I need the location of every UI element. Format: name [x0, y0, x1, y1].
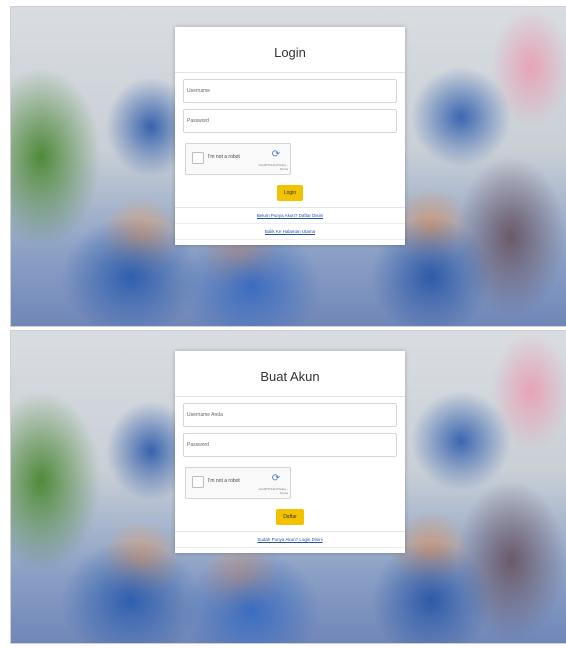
captcha-brand: reCAPTCHA Privacy - Terms	[258, 163, 288, 171]
register-background: Buat Akun Username Anda Password I'm not…	[10, 330, 566, 644]
login-title: Login	[175, 27, 405, 73]
home-link[interactable]: Balik Ke Halaman Utama	[175, 224, 405, 240]
register-title: Buat Akun	[175, 351, 405, 397]
captcha-checkbox[interactable]	[192, 152, 204, 164]
login-links: Belum Punya Akun? Daftar Disini Balik Ke…	[175, 207, 405, 240]
captcha-widget: I'm not a robot ⟳ reCAPTCHA Privacy - Te…	[185, 143, 291, 175]
recaptcha-icon: ⟳	[271, 149, 281, 160]
register-captcha-label: I'm not a robot	[208, 478, 240, 484]
register-captcha-widget: I'm not a robot ⟳ reCAPTCHA Privacy - Te…	[185, 467, 291, 499]
register-button[interactable]: Daftar	[276, 509, 304, 525]
register-password-input[interactable]: Password	[183, 433, 397, 457]
register-password-placeholder: Password	[187, 442, 209, 448]
register-captcha-checkbox[interactable]	[192, 476, 204, 488]
login-card: Login Username Password I'm not a robot …	[175, 27, 405, 245]
password-input[interactable]: Password	[183, 109, 397, 133]
register-link[interactable]: Belum Punya Akun? Daftar Disini	[175, 208, 405, 224]
password-placeholder: Password	[187, 118, 209, 124]
register-card: Buat Akun Username Anda Password I'm not…	[175, 351, 405, 553]
captcha-label: I'm not a robot	[208, 154, 240, 160]
login-button[interactable]: Login	[276, 185, 304, 201]
register-captcha-brand: reCAPTCHA Privacy - Terms	[258, 487, 288, 495]
register-links: Sudah Punya Akun? Login Disini	[175, 531, 405, 548]
username-placeholder: Username	[187, 88, 211, 94]
register-username-input[interactable]: Username Anda	[183, 403, 397, 427]
login-link[interactable]: Sudah Punya Akun? Login Disini	[175, 532, 405, 548]
login-background: Login Username Password I'm not a robot …	[10, 6, 566, 327]
username-input[interactable]: Username	[183, 79, 397, 103]
register-username-placeholder: Username Anda	[187, 412, 223, 418]
recaptcha-icon: ⟳	[271, 473, 281, 484]
